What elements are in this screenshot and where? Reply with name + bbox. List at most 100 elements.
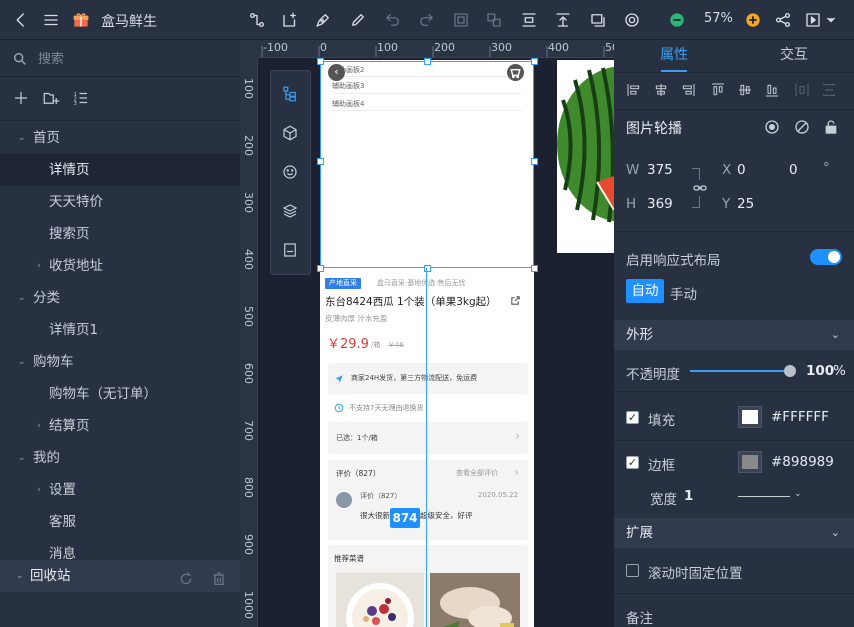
add-artboard-icon[interactable] (279, 9, 301, 31)
trash-icon[interactable] (211, 568, 227, 585)
recipe-image-fish[interactable] (430, 573, 520, 627)
distribute-vertical-icon[interactable] (518, 9, 540, 31)
fill-color-value[interactable]: #FFFFFF (771, 409, 829, 425)
tree-item-home[interactable]: ⌄ 首页 (0, 122, 240, 154)
share-icon[interactable] (772, 9, 794, 31)
menu-icon[interactable] (40, 9, 62, 31)
gift-icon[interactable] (70, 9, 92, 31)
recycle-bin[interactable]: ⌄ 回收站 (0, 560, 240, 592)
back-icon[interactable] (10, 9, 32, 31)
chevron-down-icon[interactable]: ⌄ (18, 282, 26, 314)
tree-item-cart-empty[interactable]: 购物车（无订单） (0, 378, 240, 410)
align-left-icon[interactable] (626, 82, 644, 100)
auto-button[interactable]: 自动 (626, 279, 664, 303)
align-top-icon[interactable] (552, 9, 574, 31)
extend-section[interactable]: 扩展 ⌄ (614, 518, 854, 548)
add-folder-icon[interactable] (42, 89, 62, 109)
align-center-h-icon[interactable] (653, 82, 671, 100)
external-link-icon[interactable] (510, 295, 521, 306)
horizontal-ruler[interactable]: -100 0 100 200 300 400 500 (258, 40, 614, 58)
manual-button[interactable]: 手动 (670, 283, 697, 303)
chevron-right-icon[interactable]: › (37, 250, 41, 282)
unlock-icon[interactable] (823, 119, 839, 135)
fill-checkbox[interactable]: ✓ (626, 411, 639, 424)
border-color-value[interactable]: #898989 (771, 454, 834, 470)
lock-ratio-icon[interactable] (692, 180, 708, 196)
align-top-icon[interactable] (710, 82, 728, 100)
search-input[interactable] (38, 48, 228, 70)
chevron-down-icon[interactable] (824, 9, 838, 31)
tree-item-daily-deals[interactable]: 天天特价 (0, 186, 240, 218)
design-canvas[interactable]: -100 0 100 200 300 400 500 100 200 300 4… (240, 40, 614, 627)
fixed-position-checkbox[interactable] (626, 564, 639, 577)
tree-item-service[interactable]: 客服 (0, 506, 240, 538)
undo-icon[interactable] (382, 9, 404, 31)
tree-item-checkout[interactable]: › 结算页 (0, 410, 240, 442)
pencil-icon[interactable] (347, 9, 369, 31)
tree-item-detail-1[interactable]: 详情页1 (0, 314, 240, 346)
chevron-down-icon[interactable]: ⌄ (18, 346, 26, 378)
master-component-icon[interactable] (281, 241, 301, 261)
zoom-out-icon[interactable] (666, 9, 688, 31)
x-input[interactable]: 0 (737, 162, 746, 178)
distribute-vertical-icon[interactable] (821, 82, 839, 100)
group-icon[interactable] (450, 9, 472, 31)
tab-properties[interactable]: 属性 (614, 40, 734, 72)
align-bottom-icon[interactable] (764, 82, 782, 100)
tree-item-address[interactable]: › 收货地址 (0, 250, 240, 282)
recipe-image-yogurt[interactable] (336, 573, 424, 627)
resize-handle[interactable] (317, 58, 324, 65)
connection-icon[interactable] (246, 9, 268, 31)
rotation-input[interactable]: 0 (789, 162, 798, 178)
opacity-slider-track[interactable] (690, 370, 790, 372)
y-input[interactable]: 25 (737, 196, 754, 212)
resize-handle[interactable] (424, 58, 431, 65)
border-color-swatch[interactable] (738, 451, 762, 473)
w-input[interactable]: 375 (647, 162, 673, 178)
stack-icon[interactable] (281, 202, 301, 222)
emoji-icon[interactable] (281, 163, 301, 183)
play-preview-icon[interactable] (802, 9, 824, 31)
opacity-slider-knob[interactable] (784, 365, 796, 377)
appearance-section[interactable]: 外形 ⌄ (614, 320, 854, 350)
border-width-value[interactable]: 1 (684, 488, 693, 504)
resize-handle[interactable] (317, 158, 324, 165)
add-page-icon[interactable] (12, 89, 32, 109)
chevron-right-icon[interactable]: › (37, 410, 41, 442)
border-checkbox[interactable]: ✓ (626, 456, 639, 469)
preview-target-icon[interactable] (621, 9, 643, 31)
ungroup-icon[interactable] (483, 9, 505, 31)
spec-selector[interactable]: 已选：1个/箱 › (328, 422, 528, 454)
border-style-line[interactable] (738, 496, 790, 497)
vertical-ruler[interactable]: 100 200 300 400 500 600 700 800 900 1000 (240, 58, 258, 627)
resize-handle[interactable] (317, 265, 324, 272)
watermelon-image[interactable] (557, 60, 614, 253)
chevron-right-icon[interactable]: › (37, 474, 41, 506)
chevron-down-icon[interactable]: ⌄ (16, 560, 24, 592)
tree-item-settings[interactable]: › 设置 (0, 474, 240, 506)
numbered-list-icon[interactable]: 123 (72, 89, 92, 109)
resize-handle[interactable] (531, 265, 538, 272)
restore-icon[interactable] (178, 568, 194, 585)
distribute-horizontal-icon[interactable] (794, 82, 812, 100)
chevron-down-icon[interactable]: ⌄ (18, 122, 26, 154)
chevron-down-icon[interactable]: ⌄ (18, 442, 26, 474)
layers-tree-icon[interactable] (281, 85, 301, 105)
align-middle-v-icon[interactable] (737, 82, 755, 100)
disable-icon[interactable] (794, 119, 810, 135)
opacity-value[interactable]: 100 (806, 363, 834, 379)
tree-item-cart[interactable]: ⌄ 购物车 (0, 346, 240, 378)
responsive-toggle[interactable] (810, 249, 842, 265)
fill-color-swatch[interactable] (738, 406, 762, 428)
view-all-reviews[interactable]: 查看全部评价 (456, 468, 498, 478)
tab-interactions[interactable]: 交互 (734, 40, 854, 72)
tree-item-category[interactable]: ⌄ 分类 (0, 282, 240, 314)
pen-icon[interactable] (312, 9, 334, 31)
chevron-down-icon[interactable]: ⌄ (794, 489, 802, 499)
resize-handle[interactable] (531, 158, 538, 165)
visibility-eye-icon[interactable] (764, 119, 780, 135)
redo-icon[interactable] (415, 9, 437, 31)
cube-icon[interactable] (281, 124, 301, 144)
resize-handle[interactable] (531, 58, 538, 65)
zoom-in-icon[interactable] (742, 9, 764, 31)
